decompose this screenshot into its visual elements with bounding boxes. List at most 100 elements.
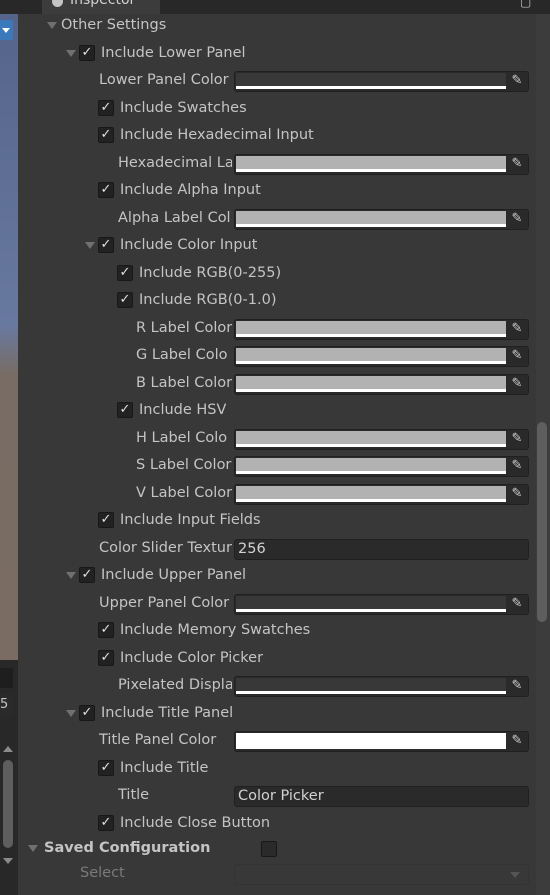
r-label-color-row: R Label Color ✎ <box>0 317 535 340</box>
include-rgb1-checkbox[interactable]: ✓ <box>117 292 133 308</box>
include-memory-swatches-checkbox[interactable]: ✓ <box>98 622 114 638</box>
include-hsv-checkbox[interactable]: ✓ <box>117 402 133 418</box>
include-title-panel-row[interactable]: ✓ Include Title Panel <box>0 702 535 724</box>
upper-panel-color-row: Upper Panel Color ✎ <box>0 592 535 615</box>
color-swatch[interactable] <box>236 73 506 89</box>
include-rgb255-checkbox[interactable]: ✓ <box>117 265 133 281</box>
b-label-color-row: B Label Color ✎ <box>0 372 535 395</box>
other-settings-foldout[interactable]: Other Settings <box>0 14 535 36</box>
eyedropper-icon[interactable]: ✎ <box>509 375 525 393</box>
window-menu-buttons[interactable]: ▢⋮ <box>520 0 550 9</box>
eyedropper-icon[interactable]: ✎ <box>509 72 525 90</box>
color-swatch[interactable] <box>236 596 506 612</box>
color-swatch[interactable] <box>236 486 506 502</box>
include-title-row[interactable]: ✓ Include Title <box>0 757 535 779</box>
hex-label-color-field[interactable]: ✎ <box>234 154 529 175</box>
select-dropdown[interactable] <box>234 864 529 885</box>
saved-configuration-row[interactable]: Saved Configuration <box>0 837 535 859</box>
tab-label: Inspector <box>70 0 136 8</box>
color-slider-texture-input[interactable]: 256 <box>234 539 529 560</box>
include-close-button-checkbox[interactable]: ✓ <box>98 815 114 831</box>
include-swatches-checkbox[interactable]: ✓ <box>98 100 114 116</box>
inspector-scrollbar[interactable] <box>536 14 550 895</box>
v-label-color-row: V Label Color ✎ <box>0 482 535 505</box>
foldout-arrow-icon[interactable] <box>47 22 57 29</box>
include-title-panel-checkbox[interactable]: ✓ <box>79 705 95 721</box>
color-swatch[interactable] <box>236 733 506 749</box>
foldout-arrow-icon[interactable] <box>66 710 76 717</box>
include-title-checkbox[interactable]: ✓ <box>98 760 114 776</box>
pixelated-display-row: Pixelated Displa ✎ <box>0 674 535 697</box>
tab-inspector[interactable]: Inspector <box>42 0 160 14</box>
include-color-picker-row[interactable]: ✓ Include Color Picker <box>0 647 535 669</box>
title-panel-color-row: Title Panel Color ✎ <box>0 729 535 752</box>
include-upper-panel-checkbox[interactable]: ✓ <box>79 567 95 583</box>
include-color-input-row[interactable]: ✓ Include Color Input <box>0 234 535 256</box>
include-color-picker-checkbox[interactable]: ✓ <box>98 650 114 666</box>
include-hsv-row[interactable]: ✓ Include HSV <box>0 399 535 421</box>
s-label-color-row: S Label Color ✎ <box>0 454 535 477</box>
include-lower-panel-row[interactable]: ✓ Include Lower Panel <box>0 42 535 64</box>
include-swatches-row[interactable]: ✓ Include Swatches <box>0 97 535 119</box>
eyedropper-icon[interactable]: ✎ <box>509 430 525 448</box>
include-rgb255-row[interactable]: ✓ Include RGB(0-255) <box>0 262 535 284</box>
foldout-arrow-icon[interactable] <box>85 242 95 249</box>
include-input-fields-checkbox[interactable]: ✓ <box>98 512 114 528</box>
eyedropper-icon[interactable]: ✎ <box>509 677 525 695</box>
include-alpha-input-row[interactable]: ✓ Include Alpha Input <box>0 179 535 201</box>
v-label-color-field[interactable]: ✎ <box>234 484 529 505</box>
eyedropper-icon[interactable]: ✎ <box>509 155 525 173</box>
title-panel-color-field[interactable]: ✎ <box>234 731 529 752</box>
foldout-arrow-icon[interactable] <box>66 572 76 579</box>
lower-panel-color-row: Lower Panel Color ✎ <box>0 69 535 92</box>
eyedropper-icon[interactable]: ✎ <box>509 732 525 750</box>
color-swatch[interactable] <box>236 678 506 694</box>
h-label-color-field[interactable]: ✎ <box>234 429 529 450</box>
upper-panel-color-field[interactable]: ✎ <box>234 594 529 615</box>
eyedropper-icon[interactable]: ✎ <box>509 457 525 475</box>
b-label-color-field[interactable]: ✎ <box>234 374 529 395</box>
color-swatch[interactable] <box>236 376 506 392</box>
saved-configuration-checkbox[interactable] <box>261 841 277 857</box>
include-hex-input-checkbox[interactable]: ✓ <box>98 127 114 143</box>
eyedropper-icon[interactable]: ✎ <box>509 485 525 503</box>
color-swatch[interactable] <box>236 211 506 227</box>
include-close-button-row[interactable]: ✓ Include Close Button <box>0 812 535 834</box>
eyedropper-icon[interactable]: ✎ <box>509 320 525 338</box>
eyedropper-icon[interactable]: ✎ <box>509 210 525 228</box>
alpha-label-color-row: Alpha Label Col ✎ <box>0 207 535 230</box>
eyedropper-icon[interactable]: ✎ <box>509 347 525 365</box>
inspector-tab-bar: Inspector ▢⋮ <box>18 0 550 14</box>
info-icon <box>52 0 63 7</box>
g-label-color-field[interactable]: ✎ <box>234 346 529 367</box>
color-swatch[interactable] <box>236 156 506 172</box>
pixelated-display-color-field[interactable]: ✎ <box>234 676 529 697</box>
color-swatch[interactable] <box>236 348 506 364</box>
foldout-arrow-icon[interactable] <box>66 50 76 57</box>
include-input-fields-row[interactable]: ✓ Include Input Fields <box>0 509 535 531</box>
foldout-arrow-icon[interactable] <box>28 845 38 852</box>
hex-label-color-row: Hexadecimal La ✎ <box>0 152 535 175</box>
alpha-label-color-field[interactable]: ✎ <box>234 209 529 230</box>
include-rgb1-row[interactable]: ✓ Include RGB(0-1.0) <box>0 289 535 311</box>
color-swatch[interactable] <box>236 431 506 447</box>
g-label-color-row: G Label Colo ✎ <box>0 344 535 367</box>
inspector-scrollbar-thumb[interactable] <box>537 422 547 622</box>
include-color-input-checkbox[interactable]: ✓ <box>98 237 114 253</box>
eyedropper-icon[interactable]: ✎ <box>509 595 525 613</box>
color-swatch[interactable] <box>236 458 506 474</box>
include-memory-swatches-row[interactable]: ✓ Include Memory Swatches <box>0 619 535 641</box>
s-label-color-field[interactable]: ✎ <box>234 456 529 477</box>
include-upper-panel-row[interactable]: ✓ Include Upper Panel <box>0 564 535 586</box>
title-input[interactable]: Color Picker <box>234 786 529 807</box>
color-slider-texture-row: Color Slider Textur 256 <box>0 537 535 560</box>
h-label-color-row: H Label Colo ✎ <box>0 427 535 450</box>
title-row: Title Color Picker <box>0 784 535 807</box>
include-alpha-input-checkbox[interactable]: ✓ <box>98 182 114 198</box>
include-lower-panel-checkbox[interactable]: ✓ <box>79 45 95 61</box>
select-row: Select <box>0 862 535 885</box>
lower-panel-color-field[interactable]: ✎ <box>234 71 529 92</box>
r-label-color-field[interactable]: ✎ <box>234 319 529 340</box>
color-swatch[interactable] <box>236 321 506 337</box>
include-hex-input-row[interactable]: ✓ Include Hexadecimal Input <box>0 124 535 146</box>
